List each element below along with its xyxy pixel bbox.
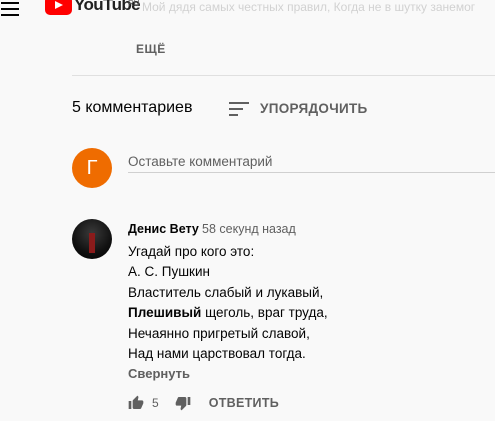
comment-line: Властитель слабый и лукавый, — [128, 284, 324, 300]
comments-count: 5 комментариев — [72, 99, 193, 116]
comment-line: Нечаянно пригретый славой, — [128, 325, 310, 341]
comment-bold-word: Плешивый — [128, 305, 202, 321]
hamburger-menu-icon[interactable] — [1, 2, 19, 16]
like-count: 5 — [152, 396, 159, 410]
comment-text: Угадай про кого это: А. С. Пушкин Власти… — [128, 242, 328, 364]
logo-region: RU — [128, 0, 140, 8]
comment-line: Угадай про кого это: — [128, 244, 255, 259]
youtube-play-icon — [45, 0, 72, 15]
comment-time[interactable]: 58 секунд назад — [202, 222, 296, 236]
comment-toolbar: 5 ОТВЕТИТЬ — [128, 395, 279, 411]
comment-line: Плешивый щеголь, враг труда, — [128, 303, 328, 323]
thumbs-down-icon[interactable] — [175, 395, 191, 411]
thumbs-up-icon[interactable] — [128, 395, 144, 411]
masthead: YouTube RU Мой дядя самых честных правил… — [0, 0, 495, 32]
collapse-button[interactable]: Свернуть — [128, 366, 190, 381]
description-faded-text: Мой дядя самых честных правил, Когда не … — [142, 0, 476, 14]
divider — [72, 75, 495, 76]
youtube-logo[interactable]: YouTube — [45, 0, 141, 15]
reply-button[interactable]: ОТВЕТИТЬ — [209, 396, 279, 410]
sort-button[interactable]: УПОРЯДОЧИТЬ — [229, 101, 368, 116]
comment-author[interactable]: Денис Вету — [128, 222, 199, 236]
comment-line: Над нами царствовал тогда. — [128, 346, 306, 362]
comment-line-rest: щеголь, враг труда, — [205, 305, 328, 321]
show-more-button[interactable]: ЕЩЁ — [136, 42, 166, 56]
user-avatar[interactable]: Г — [72, 148, 112, 188]
comment-line: А. С. Пушкин — [128, 264, 210, 280]
commenter-avatar[interactable] — [72, 219, 112, 259]
comment-input[interactable] — [128, 150, 495, 173]
sort-label: УПОРЯДОЧИТЬ — [260, 101, 368, 116]
sort-icon — [229, 101, 249, 116]
